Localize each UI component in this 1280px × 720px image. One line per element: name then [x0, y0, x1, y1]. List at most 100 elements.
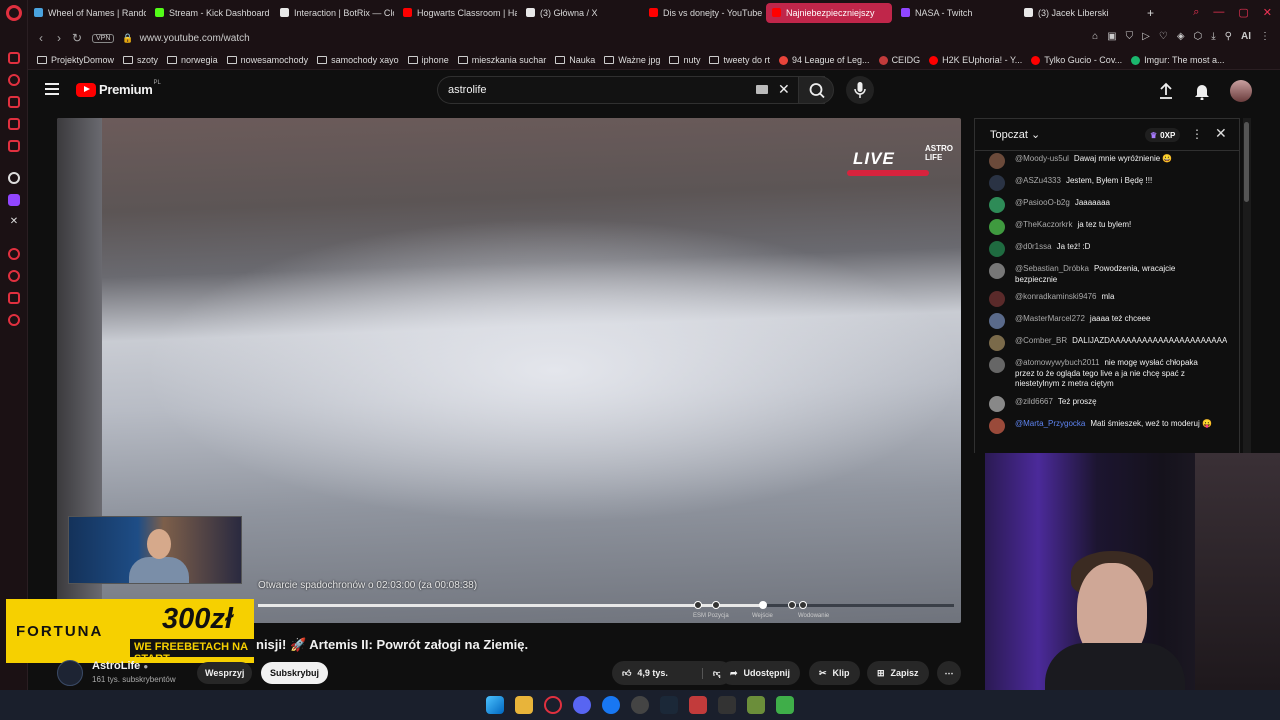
chat-avatar[interactable] [989, 219, 1005, 235]
voice-search-button[interactable] [846, 76, 874, 104]
chat-author[interactable]: @Marta_Przygocka [1015, 419, 1085, 428]
chat-avatar[interactable] [989, 395, 1005, 412]
chat-avatar[interactable] [989, 291, 1005, 307]
search-tabs-icon[interactable]: ⌕ [1193, 6, 1199, 19]
chat-author[interactable]: @d0r1ssa [1015, 242, 1052, 251]
terminal-icon[interactable] [718, 696, 736, 714]
bookmark-icon[interactable]: ⌂ [1092, 31, 1098, 42]
dislike-button[interactable]: 👎︎ [701, 667, 722, 679]
bookmark-item[interactable]: Ważne jpg [604, 55, 660, 65]
channel-avatar[interactable] [57, 660, 83, 686]
bookmark-item[interactable]: Imgur: The most a... [1131, 55, 1225, 65]
tab[interactable]: (3) Jacek Liberski [1018, 3, 1144, 23]
minimize-icon[interactable]: — [1213, 6, 1224, 19]
extensions-icon[interactable]: ⬡ [1194, 31, 1203, 42]
xp-badge[interactable]: ♛ 0XP [1145, 128, 1181, 142]
sidebar-icon[interactable] [8, 96, 20, 108]
chat-avatar[interactable] [989, 417, 1005, 434]
chat-author[interactable]: @Comber_BR [1015, 336, 1067, 345]
chat-mode-select[interactable]: Topczat ⌄ [990, 128, 1040, 141]
chat-author[interactable]: @zild6667 [1015, 397, 1053, 406]
ai-button[interactable]: AI [1241, 31, 1251, 42]
x-icon[interactable]: ✕ [8, 216, 20, 228]
bookmark-item[interactable]: nowesamochody [226, 55, 308, 65]
support-button[interactable]: Wesprzyj [197, 662, 253, 684]
download-icon[interactable]: ⤓ [1211, 31, 1215, 42]
upload-icon[interactable] [1158, 82, 1174, 100]
chat-avatar[interactable] [989, 335, 1005, 351]
chat-avatar[interactable] [989, 241, 1005, 257]
start-icon[interactable] [486, 696, 504, 714]
chat-scrollbar[interactable] [1243, 118, 1251, 453]
player-icon[interactable]: ▷ [1142, 31, 1150, 42]
close-window-icon[interactable]: ✕ [1263, 6, 1272, 19]
close-chat-icon[interactable]: ✕ [1215, 125, 1227, 142]
settings-icon[interactable] [8, 314, 20, 326]
vpn-badge[interactable]: VPN [92, 33, 115, 43]
chat-options-icon[interactable]: ⋮ [1191, 127, 1203, 141]
snapshot-icon[interactable]: ▣ [1107, 31, 1116, 42]
chat-avatar[interactable] [989, 197, 1005, 213]
chat-author[interactable]: @PasiooO-b2g [1015, 198, 1070, 207]
file-explorer-icon[interactable] [515, 696, 533, 714]
tab[interactable]: Stream - Kick Dashboard [149, 3, 271, 23]
chat-author[interactable]: @atomowywybuch2011 [1015, 358, 1099, 367]
chat-author[interactable]: @Sebastian_Dróbka [1015, 264, 1089, 273]
adblock-icon[interactable]: ⛉ [1126, 31, 1134, 42]
clip-button[interactable]: ✂ Klip [809, 661, 860, 685]
channel-name[interactable]: AstroLife ● [92, 660, 148, 672]
search-input[interactable]: astrolife ✕ [437, 76, 825, 104]
tab[interactable]: NASA - Twitch [895, 3, 1015, 23]
tab[interactable]: Wheel of Names | Rando [28, 3, 146, 23]
easy-setup-icon[interactable]: ⚲ [1225, 31, 1232, 42]
clear-search-icon[interactable]: ✕ [778, 81, 790, 98]
chat-author[interactable]: @Moody-us5ul [1015, 154, 1069, 163]
opera-icon[interactable] [544, 696, 562, 714]
wallet-icon[interactable]: ◈ [1177, 31, 1185, 42]
new-tab-button[interactable]: + [1147, 3, 1163, 23]
bookmark-item[interactable]: szoty [123, 55, 158, 65]
chat-avatar[interactable] [989, 263, 1005, 279]
favorite-icon[interactable]: ♡ [1159, 31, 1168, 42]
keyboard-icon[interactable] [756, 85, 768, 94]
chat-author[interactable]: @konradkaminski9476 [1015, 292, 1097, 301]
forward-icon[interactable]: › [50, 31, 68, 45]
subscribe-button[interactable]: Subskrybuj [261, 662, 329, 684]
bookmark-item[interactable]: iphone [407, 55, 449, 65]
facebook-icon[interactable] [602, 696, 620, 714]
chatgpt-icon[interactable] [8, 172, 20, 184]
sidebar-icon[interactable] [8, 140, 20, 152]
sidebar-icon[interactable] [8, 52, 20, 64]
menu-icon[interactable]: ⋮ [1260, 31, 1270, 42]
bookmark-item[interactable]: Tylko Gucio - Cov... [1031, 55, 1122, 65]
account-avatar[interactable] [1230, 80, 1252, 102]
app-icon[interactable] [776, 696, 794, 714]
tab[interactable]: (3) Główna / X [520, 3, 640, 23]
chat-author[interactable]: @TheKaczorkrk [1015, 220, 1072, 229]
discord-icon[interactable] [573, 696, 591, 714]
obs-icon[interactable] [631, 696, 649, 714]
more-actions-button[interactable]: ⋯ [937, 661, 961, 685]
tab[interactable]: Interaction | BotRix — Clo [274, 3, 394, 23]
sidebar-icon[interactable] [8, 74, 20, 86]
maximize-icon[interactable]: ▢ [1238, 6, 1248, 19]
chat-avatar[interactable] [989, 175, 1005, 191]
reload-icon[interactable]: ↻ [68, 31, 86, 45]
minecraft-icon[interactable] [747, 696, 765, 714]
bookmark-item[interactable]: nuty [669, 55, 700, 65]
bookmark-item[interactable]: Nauka [555, 55, 595, 65]
bookmark-item[interactable]: 94 League of Leg... [778, 55, 870, 65]
bookmark-item[interactable]: mieszkania suchar [457, 55, 546, 65]
scrollbar-thumb[interactable] [1244, 122, 1249, 202]
steam-icon[interactable] [660, 696, 678, 714]
tab[interactable]: Dis vs donejty - YouTube [643, 3, 763, 23]
sidebar-icon[interactable] [8, 292, 20, 304]
menu-icon[interactable] [45, 83, 59, 95]
bookmark-item[interactable]: samochody xayo [317, 55, 399, 65]
bookmark-item[interactable]: tweety do rt [709, 55, 770, 65]
chat-avatar[interactable] [989, 357, 1005, 373]
sidebar-icon[interactable] [8, 248, 20, 260]
history-icon[interactable] [8, 270, 20, 282]
bookmark-item[interactable]: norwegia [167, 55, 218, 65]
url-field[interactable]: www.youtube.com/watch [140, 33, 250, 44]
